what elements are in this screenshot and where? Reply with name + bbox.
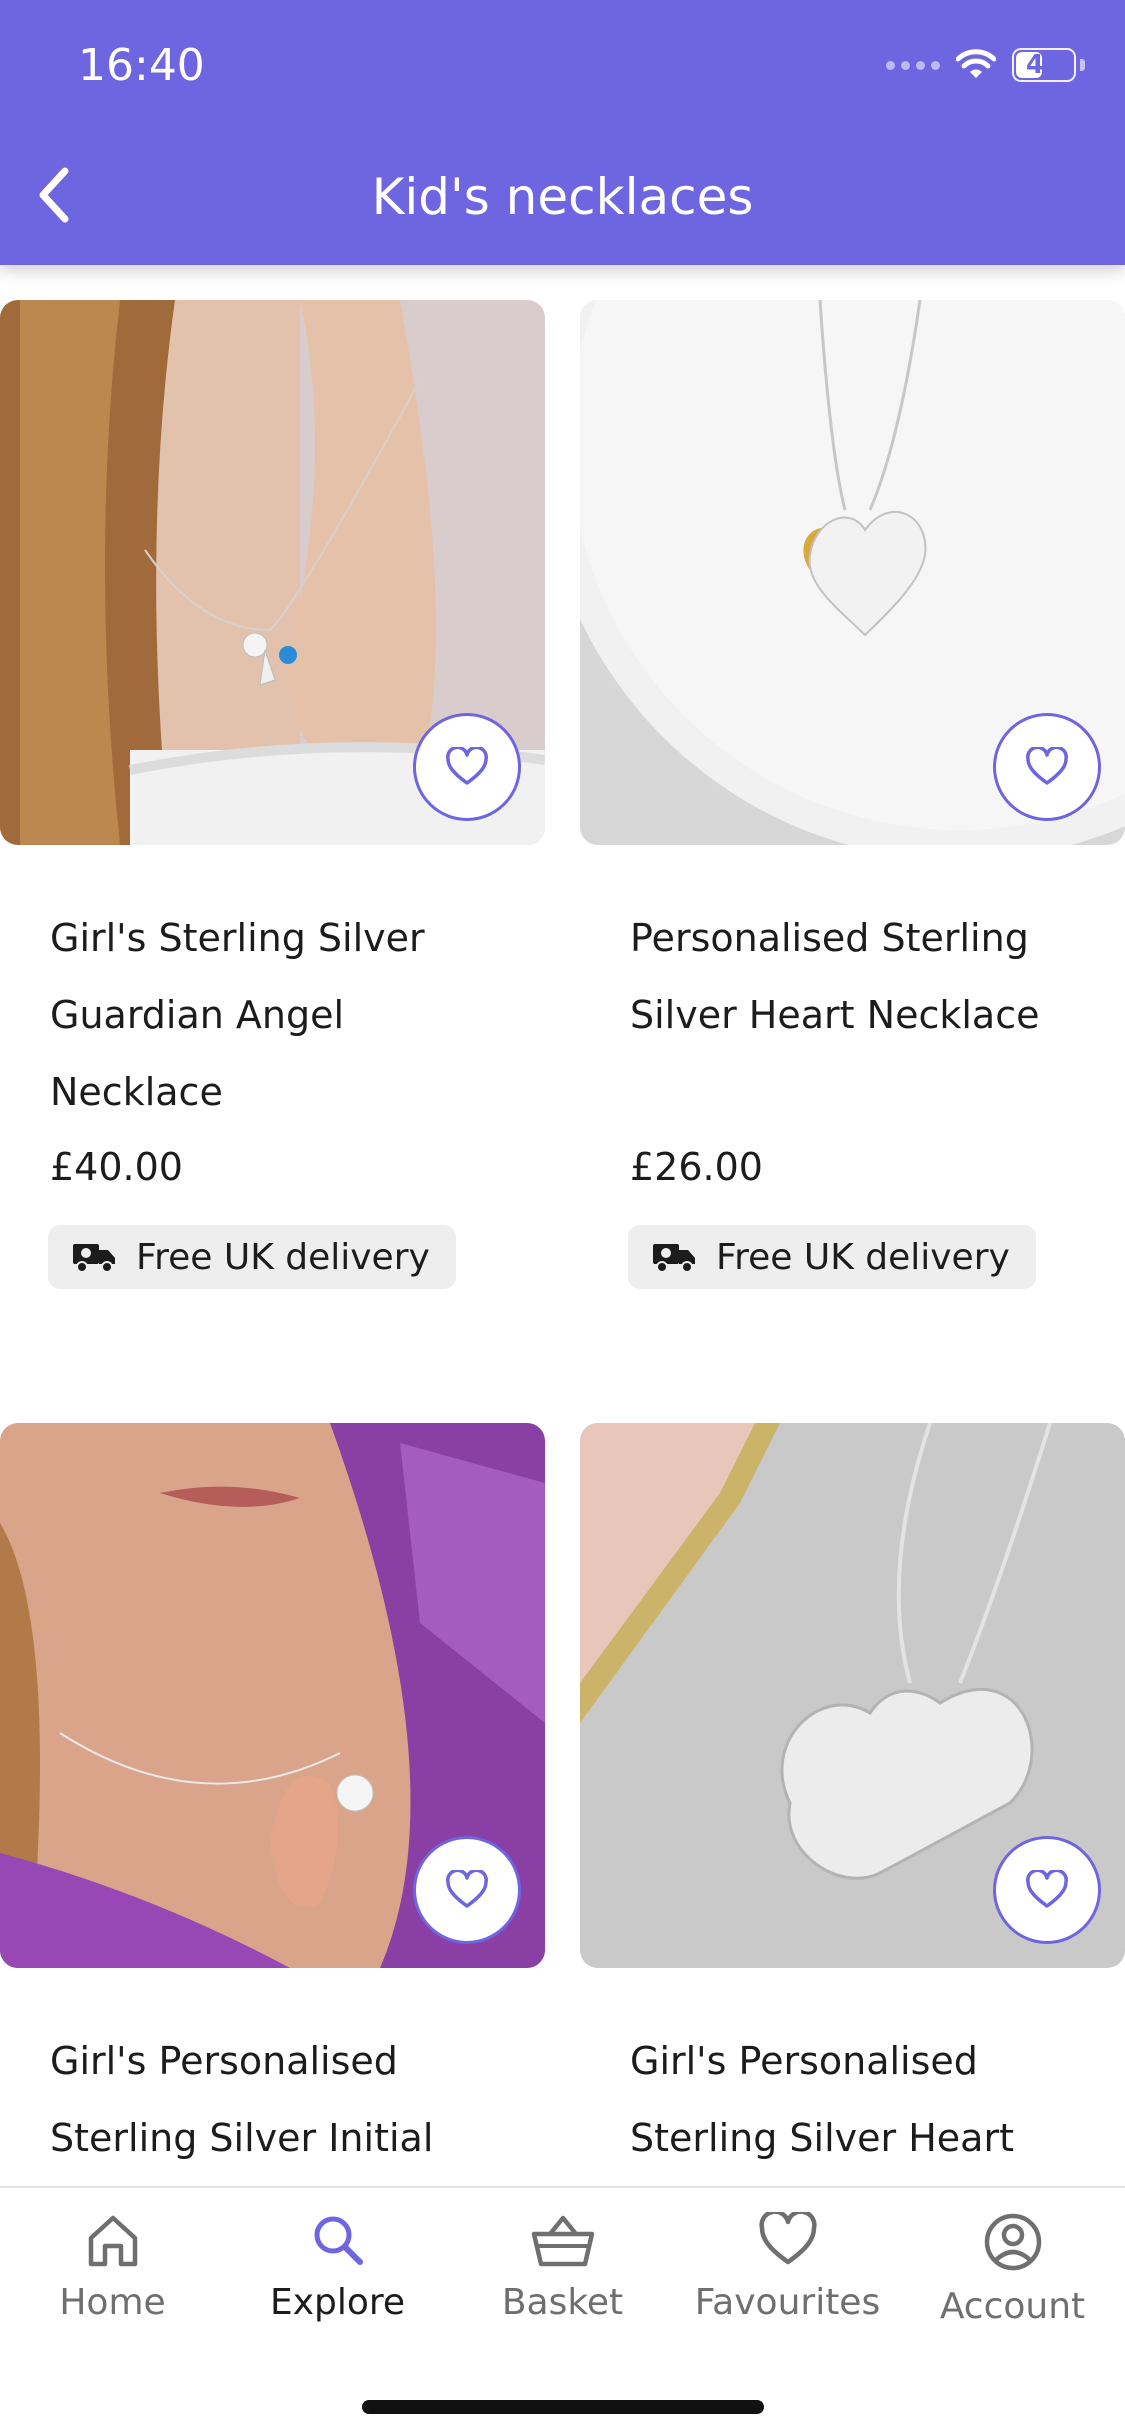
product-title[interactable]: Girl's Sterling Silver Guardian Angel Ne… [50, 900, 520, 1131]
product-price: £40.00 [50, 1145, 183, 1189]
product-image[interactable] [0, 1423, 545, 1968]
heart-outline-icon [446, 747, 488, 785]
product-price: £26.00 [630, 1145, 763, 1189]
tab-home[interactable]: Home [0, 2212, 225, 2323]
product-image[interactable] [580, 1423, 1125, 1968]
bottom-tab-bar: Home Explore Basket Favourites Account [0, 2186, 1125, 2436]
product-image[interactable] [580, 300, 1125, 845]
status-icons: 47 [886, 48, 1085, 82]
favourite-button[interactable] [993, 1836, 1101, 1944]
status-time: 16:40 [78, 40, 205, 91]
tab-label: Account [939, 2286, 1086, 2327]
tab-label: Home [59, 2282, 166, 2323]
search-icon [314, 2216, 363, 2265]
signal-icon [886, 60, 940, 70]
delivery-truck-icon [653, 1244, 695, 1273]
favourite-button[interactable] [413, 1836, 521, 1944]
product-card[interactable]: Girl's Sterling Silver Guardian Angel Ne… [0, 300, 545, 1300]
favourite-button[interactable] [993, 713, 1101, 821]
tab-explore[interactable]: Explore [225, 2212, 450, 2323]
tab-account[interactable]: Account [900, 2212, 1125, 2327]
tab-label: Explore [269, 2282, 406, 2323]
tab-label: Basket [501, 2282, 624, 2323]
delivery-badge: Free UK delivery [628, 1225, 1036, 1289]
delivery-text: Free UK delivery [136, 1236, 430, 1278]
header-bar: 16:40 47 Kid's necklaces [0, 0, 1125, 265]
battery-level: 47 [1025, 50, 1063, 80]
wifi-icon [956, 49, 996, 78]
heart-outline-icon [1026, 1870, 1068, 1908]
product-title[interactable]: Girl's Personalised Sterling Silver Init… [50, 2023, 520, 2177]
product-image[interactable] [0, 300, 545, 845]
tab-label: Favourites [694, 2282, 881, 2323]
favourite-button[interactable] [413, 713, 521, 821]
product-title[interactable]: Girl's Personalised Sterling Silver Hear… [630, 2023, 1100, 2177]
home-indicator[interactable] [362, 2400, 764, 2414]
product-card[interactable]: Personalised Sterling Silver Heart Neckl… [580, 300, 1125, 1300]
account-icon [984, 2213, 1041, 2271]
heart-outline-icon [1026, 747, 1068, 785]
heart-outline-icon [446, 1870, 488, 1908]
heart-icon [758, 2212, 817, 2265]
tab-basket[interactable]: Basket [450, 2212, 675, 2323]
delivery-badge: Free UK delivery [48, 1225, 456, 1289]
product-card[interactable]: Girl's Personalised Sterling Silver Hear… [580, 1423, 1125, 2213]
product-title[interactable]: Personalised Sterling Silver Heart Neckl… [630, 900, 1100, 1054]
tab-favourites[interactable]: Favourites [675, 2212, 900, 2323]
delivery-text: Free UK delivery [716, 1236, 1010, 1278]
delivery-truck-icon [73, 1244, 115, 1273]
home-icon [88, 2215, 137, 2267]
basket-icon [531, 2215, 594, 2267]
page-title: Kid's necklaces [371, 168, 754, 226]
product-card[interactable]: Girl's Personalised Sterling Silver Init… [0, 1423, 545, 2213]
battery-icon: 47 [1012, 48, 1076, 82]
